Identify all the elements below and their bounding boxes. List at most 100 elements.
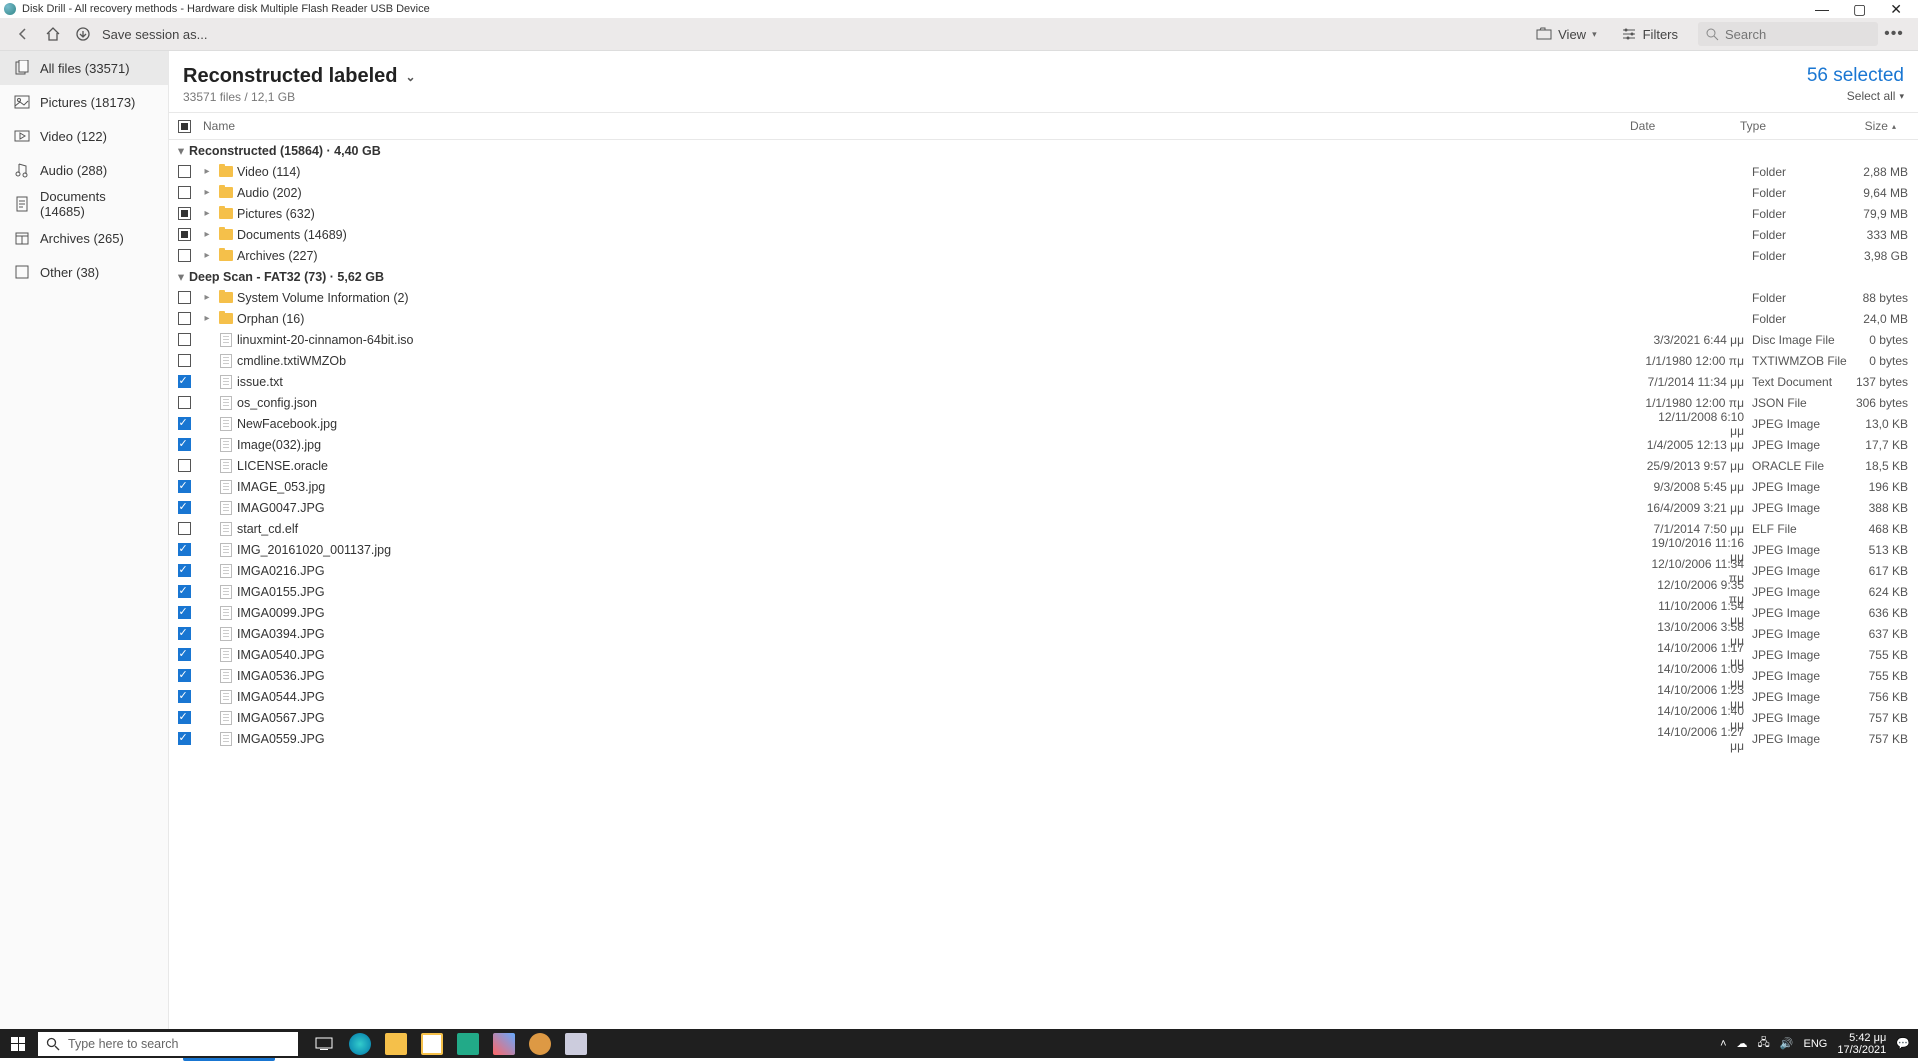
file-list[interactable]: ▾Reconstructed (15864) · 4,40 GB ▸Video …	[169, 140, 1918, 1029]
notifications-icon[interactable]: 💬	[1896, 1037, 1910, 1050]
row-checkbox[interactable]	[178, 648, 191, 661]
group-header[interactable]: ▾Deep Scan - FAT32 (73) · 5,62 GB	[169, 266, 1918, 287]
filters-button[interactable]: Filters	[1609, 27, 1690, 42]
table-row[interactable]: ▸Documents (14689) Folder 333 MB	[169, 224, 1918, 245]
more-menu-button[interactable]: •••	[1878, 25, 1910, 43]
row-checkbox[interactable]	[178, 459, 191, 472]
view-title-dropdown[interactable]: Reconstructed labeled ⌄	[183, 65, 416, 88]
sidebar-item-files[interactable]: All files (33571)	[0, 51, 168, 85]
expand-icon[interactable]: ▸	[199, 208, 215, 219]
home-button[interactable]	[38, 19, 68, 49]
column-size[interactable]: Size▴	[1836, 119, 1906, 133]
clock[interactable]: 5:42 μμ 17/3/2021	[1837, 1032, 1886, 1056]
row-checkbox[interactable]	[178, 438, 191, 451]
start-button[interactable]	[0, 1029, 36, 1058]
select-all-dropdown[interactable]: Select all ▾	[1807, 89, 1904, 103]
row-checkbox[interactable]	[178, 249, 191, 262]
sidebar-item-archives[interactable]: Archives (265)	[0, 221, 168, 255]
row-checkbox[interactable]	[178, 312, 191, 325]
close-button[interactable]: ✕	[1890, 1, 1902, 18]
maximize-button[interactable]: ▢	[1853, 1, 1866, 18]
row-checkbox[interactable]	[178, 732, 191, 745]
network-icon[interactable]: 🖧	[1758, 1034, 1770, 1053]
table-row[interactable]: ▸Video (114) Folder 2,88 MB	[169, 161, 1918, 182]
row-checkbox[interactable]	[178, 543, 191, 556]
save-session-icon[interactable]	[68, 19, 98, 49]
sidebar-item-pictures[interactable]: Pictures (18173)	[0, 85, 168, 119]
row-checkbox[interactable]	[178, 480, 191, 493]
back-button[interactable]	[8, 19, 38, 49]
column-name[interactable]: Name	[199, 119, 1630, 133]
row-checkbox[interactable]	[178, 627, 191, 640]
row-checkbox[interactable]	[178, 564, 191, 577]
table-row[interactable]: IMAGE_053.jpg 9/3/2008 5:45 μμ JPEG Imag…	[169, 476, 1918, 497]
table-row[interactable]: ▸Archives (227) Folder 3,98 GB	[169, 245, 1918, 266]
row-checkbox[interactable]	[178, 606, 191, 619]
sidebar-item-other[interactable]: Other (38)	[0, 255, 168, 289]
file-explorer-icon[interactable]	[378, 1029, 414, 1058]
selected-count: 56 selected	[1807, 65, 1904, 87]
tray-expand-icon[interactable]: ˄	[1720, 1038, 1726, 1050]
search-input[interactable]	[1725, 27, 1870, 42]
sidebar-item-audio[interactable]: Audio (288)	[0, 153, 168, 187]
store-icon[interactable]	[414, 1029, 450, 1058]
column-date[interactable]: Date	[1630, 119, 1740, 133]
row-checkbox[interactable]	[178, 669, 191, 682]
expand-icon[interactable]: ▸	[199, 229, 215, 240]
collapse-icon[interactable]: ▾	[173, 269, 189, 284]
table-row[interactable]: issue.txt 7/1/2014 11:34 μμ Text Documen…	[169, 371, 1918, 392]
table-row[interactable]: cmdline.txtiWMZOb 1/1/1980 12:00 πμ TXTI…	[169, 350, 1918, 371]
save-session-button[interactable]: Save session as...	[102, 27, 208, 42]
taskbar-search[interactable]: Type here to search	[38, 1032, 298, 1056]
expand-icon[interactable]: ▸	[199, 187, 215, 198]
row-checkbox[interactable]	[178, 501, 191, 514]
sidebar-item-video[interactable]: Video (122)	[0, 119, 168, 153]
sidebar-item-documents[interactable]: Documents (14685)	[0, 187, 168, 221]
row-checkbox[interactable]	[178, 186, 191, 199]
row-checkbox[interactable]	[178, 354, 191, 367]
expand-icon[interactable]: ▸	[199, 313, 215, 324]
table-row[interactable]: linuxmint-20-cinnamon-64bit.iso 3/3/2021…	[169, 329, 1918, 350]
search-box[interactable]	[1698, 22, 1878, 46]
task-view-button[interactable]	[306, 1029, 342, 1058]
app-icon-1[interactable]	[486, 1029, 522, 1058]
table-row[interactable]: LICENSE.oracle 25/9/2013 9:57 μμ ORACLE …	[169, 455, 1918, 476]
column-type[interactable]: Type	[1740, 119, 1836, 133]
row-checkbox[interactable]	[178, 396, 191, 409]
row-checkbox[interactable]	[178, 585, 191, 598]
row-checkbox[interactable]	[178, 228, 191, 241]
row-checkbox[interactable]	[178, 417, 191, 430]
table-row[interactable]: ▸Audio (202) Folder 9,64 MB	[169, 182, 1918, 203]
table-row[interactable]: ▸Orphan (16) Folder 24,0 MB	[169, 308, 1918, 329]
view-dropdown[interactable]: View ▾	[1524, 27, 1608, 42]
row-checkbox[interactable]	[178, 522, 191, 535]
table-row[interactable]: ▸System Volume Information (2) Folder 88…	[169, 287, 1918, 308]
file-size: 636 KB	[1848, 606, 1918, 620]
edge-icon[interactable]	[342, 1029, 378, 1058]
row-checkbox[interactable]	[178, 375, 191, 388]
row-checkbox[interactable]	[178, 291, 191, 304]
row-checkbox[interactable]	[178, 690, 191, 703]
table-row[interactable]: IMAG0047.JPG 16/4/2009 3:21 μμ JPEG Imag…	[169, 497, 1918, 518]
table-row[interactable]: NewFacebook.jpg 12/11/2008 6:10 μμ JPEG …	[169, 413, 1918, 434]
onedrive-icon[interactable]: ☁	[1737, 1037, 1748, 1050]
app-icon-2[interactable]	[522, 1029, 558, 1058]
table-row[interactable]: Image(032).jpg 1/4/2005 12:13 μμ JPEG Im…	[169, 434, 1918, 455]
expand-icon[interactable]: ▸	[199, 250, 215, 261]
volume-icon[interactable]: 🔊	[1780, 1037, 1794, 1050]
row-checkbox[interactable]	[178, 207, 191, 220]
row-checkbox[interactable]	[178, 333, 191, 346]
expand-icon[interactable]: ▸	[199, 166, 215, 177]
language-indicator[interactable]: ENG	[1804, 1038, 1828, 1050]
row-checkbox[interactable]	[178, 711, 191, 724]
app-icon-3[interactable]	[558, 1029, 594, 1058]
expand-icon[interactable]: ▸	[199, 292, 215, 303]
group-header[interactable]: ▾Reconstructed (15864) · 4,40 GB	[169, 140, 1918, 161]
table-row[interactable]: IMGA0559.JPG 14/10/2006 1:27 μμ JPEG Ima…	[169, 728, 1918, 749]
collapse-icon[interactable]: ▾	[173, 143, 189, 158]
select-all-checkbox[interactable]	[178, 120, 191, 133]
table-row[interactable]: ▸Pictures (632) Folder 79,9 MB	[169, 203, 1918, 224]
row-checkbox[interactable]	[178, 165, 191, 178]
mail-icon[interactable]	[450, 1029, 486, 1058]
minimize-button[interactable]: —	[1815, 1, 1829, 18]
